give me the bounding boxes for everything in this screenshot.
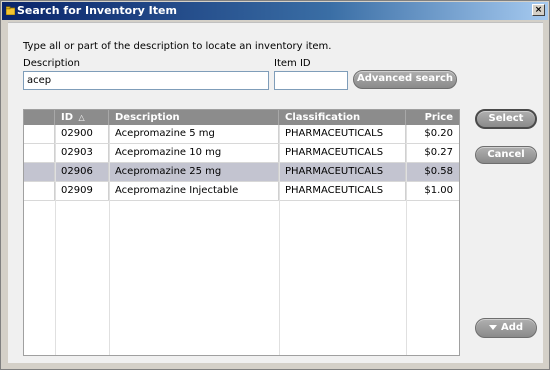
header-id[interactable]: ID △ [55, 110, 109, 125]
cell-price: $0.27 [424, 147, 453, 158]
title-bar[interactable]: Search for Inventory Item × [2, 2, 548, 20]
cell-classification: PHARMACEUTICALS [279, 125, 406, 143]
table-row-selected[interactable]: 02906 Acepromazine 25 mg PHARMACEUTICALS… [24, 163, 459, 182]
row-selector [24, 182, 55, 200]
select-button[interactable]: Select [475, 109, 537, 129]
header-selector[interactable] [24, 110, 55, 125]
cell-id: 02906 [55, 163, 109, 181]
results-table: ID △ Description Classification Price 02… [23, 109, 460, 356]
chevron-down-icon [488, 324, 497, 330]
header-classification[interactable]: Classification [279, 110, 406, 125]
cell-classification: PHARMACEUTICALS [279, 182, 406, 200]
cell-classification: PHARMACEUTICALS [279, 144, 406, 162]
cell-id: 02909 [55, 182, 109, 200]
cell-description: Acepromazine 5 mg [109, 125, 279, 143]
advanced-search-button[interactable]: Advanced search [353, 70, 457, 89]
table-body: 02900 Acepromazine 5 mg PHARMACEUTICALS … [24, 125, 459, 201]
cell-classification: PHARMACEUTICALS [279, 163, 406, 181]
column-divider [406, 125, 407, 355]
header-description[interactable]: Description [109, 110, 279, 125]
sort-ascending-icon: △ [78, 113, 85, 122]
instructions-text: Type all or part of the description to l… [23, 41, 332, 52]
close-button[interactable]: × [532, 4, 545, 16]
add-button[interactable]: Add [475, 318, 537, 338]
cell-price: $1.00 [424, 185, 453, 196]
window-title: Search for Inventory Item [17, 4, 177, 17]
cell-description: Acepromazine 10 mg [109, 144, 279, 162]
table-row[interactable]: 02900 Acepromazine 5 mg PHARMACEUTICALS … [24, 125, 459, 144]
description-label: Description [23, 58, 80, 69]
table-header: ID △ Description Classification Price [24, 110, 459, 125]
column-divider [55, 125, 56, 355]
cancel-button[interactable]: Cancel [475, 146, 537, 164]
folder-icon [6, 6, 15, 15]
row-selector [24, 144, 55, 162]
cell-id: 02900 [55, 125, 109, 143]
cell-price: $0.20 [424, 128, 453, 139]
row-selector [24, 125, 55, 143]
column-divider [109, 125, 110, 355]
item-id-label: Item ID [274, 58, 311, 69]
header-id-label: ID [61, 112, 74, 123]
dialog-content: Type all or part of the description to l… [8, 22, 543, 363]
item-id-input[interactable] [274, 71, 348, 90]
cell-description: Acepromazine Injectable [109, 182, 279, 200]
add-button-label: Add [500, 322, 524, 333]
cell-description: Acepromazine 25 mg [109, 163, 279, 181]
table-row[interactable]: 02909 Acepromazine Injectable PHARMACEUT… [24, 182, 459, 201]
row-selector [24, 163, 55, 181]
search-dialog: Search for Inventory Item × Type all or … [0, 0, 550, 370]
column-divider [279, 125, 280, 355]
table-row[interactable]: 02903 Acepromazine 10 mg PHARMACEUTICALS… [24, 144, 459, 163]
header-price[interactable]: Price [406, 110, 459, 125]
cell-id: 02903 [55, 144, 109, 162]
cell-price: $0.58 [424, 166, 453, 177]
description-input[interactable] [23, 71, 269, 90]
